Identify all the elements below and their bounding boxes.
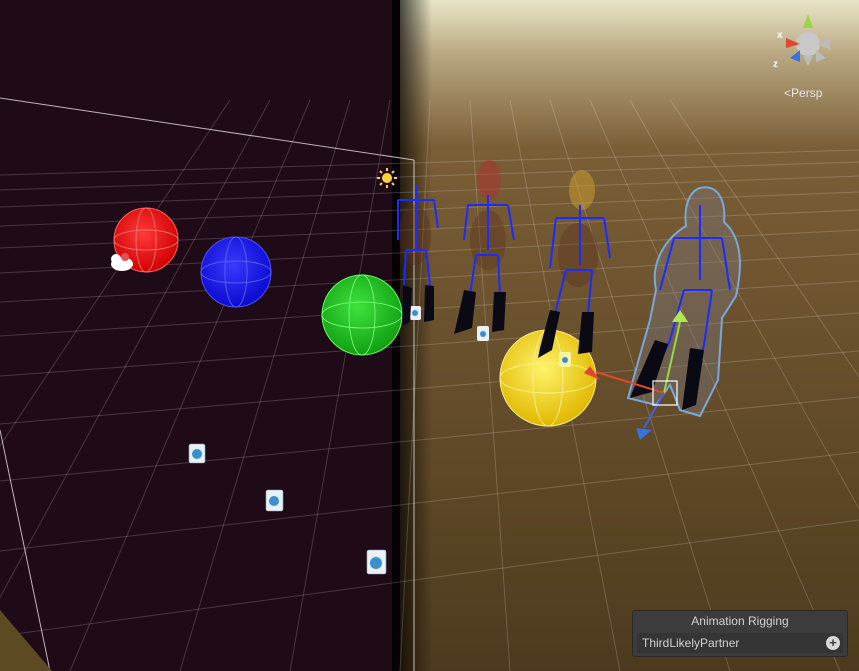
plus-circle-icon[interactable]: + xyxy=(826,636,840,650)
audio-source-icon[interactable] xyxy=(265,489,284,512)
scene-canvas[interactable] xyxy=(0,0,859,671)
animation-rigging-overlay: Animation Rigging ThirdLikelyPartner + xyxy=(632,610,848,657)
sphere-green[interactable] xyxy=(321,274,403,356)
sphere-blue[interactable] xyxy=(200,236,272,308)
overlay-row[interactable]: ThirdLikelyPartner + xyxy=(637,633,843,653)
overlay-title: Animation Rigging xyxy=(691,614,789,628)
projection-label: Persp xyxy=(791,86,823,100)
scene-view[interactable]: x z <Persp Animation Rigging ThirdLikely… xyxy=(0,0,859,671)
audio-source-icon[interactable] xyxy=(559,352,571,367)
rig-item[interactable]: ThirdLikelyPartner xyxy=(642,636,739,650)
projection-toggle[interactable]: <Persp xyxy=(784,86,822,100)
audio-source-icon[interactable] xyxy=(188,443,206,464)
audio-source-icon[interactable] xyxy=(477,326,489,341)
audio-source-icon[interactable] xyxy=(366,549,387,575)
gizmo-axis-label-x: x xyxy=(777,30,783,41)
shadow-edge xyxy=(392,0,432,671)
chevron-left-icon: < xyxy=(784,86,792,100)
audio-source-icon[interactable] xyxy=(410,306,421,320)
gizmo-axis-label-z: z xyxy=(773,59,778,70)
right-background xyxy=(400,0,859,671)
light-sun-icon[interactable] xyxy=(377,168,397,188)
